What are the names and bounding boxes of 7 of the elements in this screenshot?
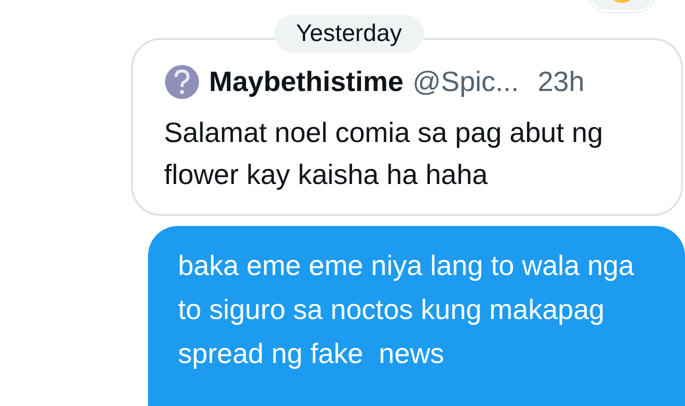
message-text: baka eme eme niya lang to wala nga to siguro sa noctos kung makapag spread ng fake news [178, 249, 636, 371]
date-separator: Yesterday [274, 15, 424, 53]
quoted-post-text: Salamat noel comia sa pag abut ng flower kay kaisha ha haha [164, 116, 604, 192]
post-time: 23h [538, 66, 584, 98]
author-name: Maybethistime [209, 66, 404, 98]
avatar-icon [164, 64, 200, 100]
author-handle: @Spic... [412, 66, 519, 98]
